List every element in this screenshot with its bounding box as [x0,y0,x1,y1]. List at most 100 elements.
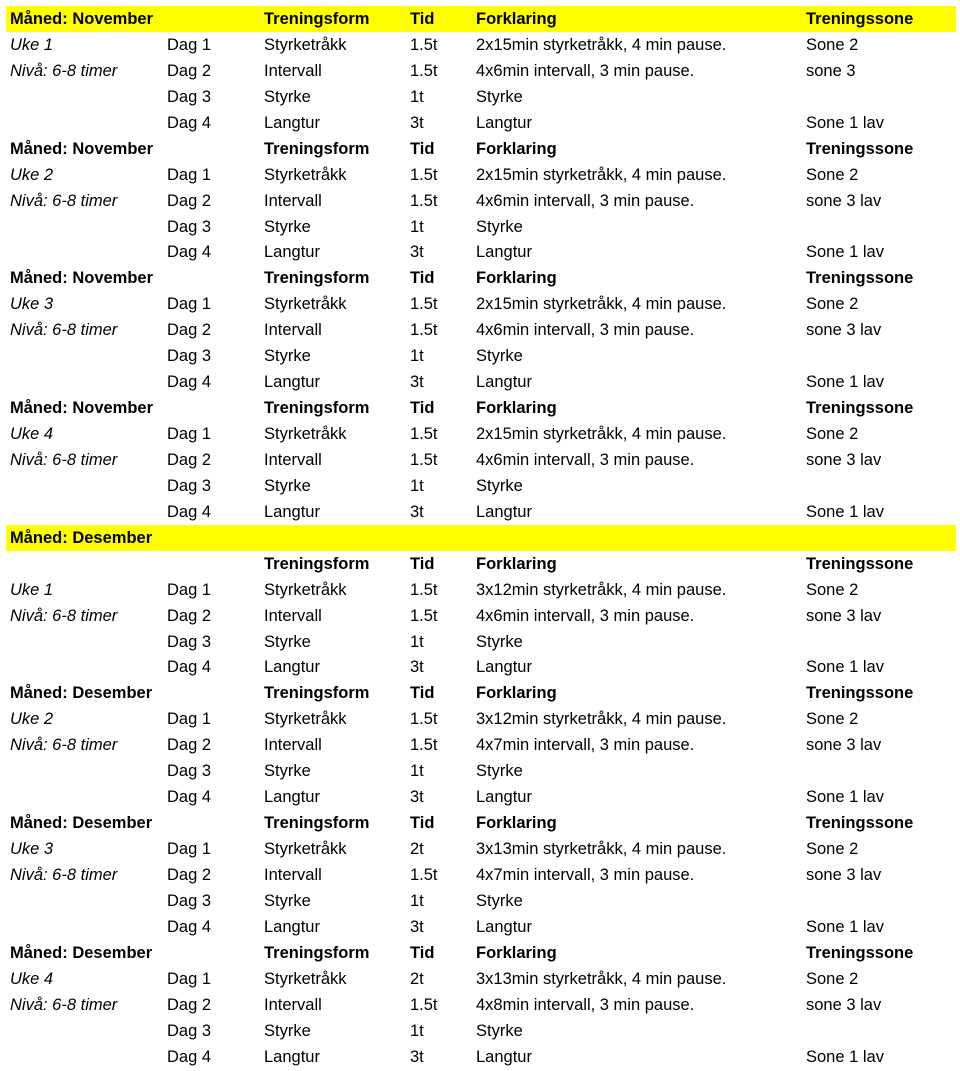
time-cell: 3t [410,788,424,807]
explanation-cell: 3x13min styrketråkk, 4 min pause. [476,969,727,988]
day-cell: Dag 1 [167,969,212,988]
table-row: Uke 2 Dag 1 Styrketråkk 1.5t 2x15min styrket… [6,162,956,188]
week-cell: Uke 4 [10,425,54,443]
training-form-cell: Langtur [264,1047,320,1066]
time-cell: 1.5t [410,710,438,729]
training-form-cell: Intervall [264,61,322,80]
table-row: Nivå: 6-8 timer Dag 2 Intervall 1.5t 4x6min … [6,603,956,629]
zone-cell: Treningssone [806,814,914,833]
training-form-cell: Intervall [264,865,322,884]
week-cell: Uke 2 [10,710,54,729]
table-row: Dag 4 Langtur 3t Langtur Sone 1 lav [6,110,956,136]
table-row: Dag 3 Styrke 1t Styrke [6,343,956,369]
zone-cell: Sone 2 [806,969,859,988]
week-cell: Uke 1 [10,580,54,599]
zone-cell: Sone 2 [806,580,859,599]
training-form-cell: Styrke [264,762,311,781]
zone-cell: Treningssone [806,10,914,28]
table-row: Uke 2 Dag 1 Styrketråkk 1.5t 3x12min styrket… [6,706,956,732]
zone-cell: Treningssone [806,554,914,573]
day-cell: Dag 4 [167,658,212,677]
explanation-cell: Langtur [476,917,532,936]
day-cell: Dag 4 [167,502,212,521]
week-cell: Måned: Desember [10,943,153,962]
time-cell: 2t [410,969,424,988]
table-row: Uke 3 Dag 1 Styrketråkk 1.5t 2x15min styrket… [6,291,956,317]
day-cell: Dag 3 [167,1021,212,1040]
training-form-cell: Styrketråkk [264,35,347,54]
explanation-cell: Forklaring [476,814,557,833]
time-cell: 3t [410,243,424,262]
table-row: Nivå: 6-8 timer Dag 2 Intervall 1.5t 4x8min … [6,992,956,1018]
zone-cell: Sone 2 [806,710,859,729]
training-form-cell: Styrke [264,347,311,366]
time-cell: Tid [410,554,435,573]
time-cell: 1.5t [410,865,438,884]
explanation-cell: Langtur [476,788,532,807]
time-cell: 1.5t [410,606,438,625]
explanation-cell: Forklaring [476,943,557,962]
header-row: Treningsform Tid Forklaring Treningssone [6,551,956,577]
explanation-cell: Styrke [476,476,523,495]
time-cell: Tid [410,139,435,158]
table-row: Dag 4 Langtur 3t Langtur Sone 1 lav [6,239,956,265]
time-cell: 1t [410,476,424,495]
training-form-cell: Langtur [264,113,320,132]
explanation-cell: Styrke [476,762,523,781]
zone-cell: sone 3 lav [806,736,882,755]
explanation-cell: Styrke [476,87,523,106]
week-cell: Måned: November [10,269,154,288]
time-cell: 1t [410,632,424,651]
time-cell: 1.5t [410,321,438,340]
time-cell: 1t [410,1021,424,1040]
time-cell: Tid [410,943,435,962]
day-cell: Dag 2 [167,995,212,1014]
explanation-cell: 3x12min styrketråkk, 4 min pause. [476,710,727,729]
explanation-cell: 2x15min styrketråkk, 4 min pause. [476,425,727,443]
table-row: Dag 4 Langtur 3t Langtur Sone 1 lav [6,914,956,940]
table-row: Dag 4 Langtur 3t Langtur Sone 1 lav [6,654,956,680]
zone-cell: Sone 2 [806,165,859,184]
time-cell: 1t [410,347,424,366]
training-form-cell: Treningsform [264,269,370,288]
zone-cell: Sone 1 lav [806,373,884,392]
explanation-cell: Langtur [476,1047,532,1066]
header-row: Måned: November Treningsform Tid Forklaring… [6,265,956,291]
day-cell: Dag 4 [167,917,212,936]
zone-cell: Treningssone [806,269,914,288]
training-form-cell: Treningsform [264,554,370,573]
explanation-cell: Styrke [476,632,523,651]
explanation-cell: Langtur [476,243,532,262]
day-cell: Dag 3 [167,347,212,366]
day-cell: Dag 2 [167,191,212,210]
table-row: Nivå: 6-8 timer Dag 2 Intervall 1.5t 4x7min … [6,732,956,758]
time-cell: 3t [410,917,424,936]
time-cell: 1.5t [410,736,438,755]
time-cell: Tid [410,269,435,288]
table-row: Dag 3 Styrke 1t Styrke [6,84,956,110]
table-row: Dag 3 Styrke 1t Styrke [6,473,956,499]
header-row: Måned: November Treningsform Tid Forklaring… [6,395,956,421]
zone-cell: sone 3 lav [806,450,882,469]
zone-cell: sone 3 lav [806,321,882,340]
day-cell: Dag 1 [167,165,212,184]
week-cell: Nivå: 6-8 timer [10,61,118,80]
week-cell: Måned: Desember [10,814,153,833]
table-row: Dag 4 Langtur 3t Langtur Sone 1 lav [6,369,956,395]
week-cell: Uke 2 [10,165,54,184]
zone-cell: Sone 1 lav [806,1047,884,1066]
training-form-cell: Langtur [264,243,320,262]
table-row: Dag 3 Styrke 1t Styrke [6,888,956,914]
training-form-cell: Langtur [264,658,320,677]
zone-cell: sone 3 [806,61,856,80]
day-cell: Dag 4 [167,373,212,392]
training-form-cell: Langtur [264,788,320,807]
day-cell: Dag 1 [167,295,212,314]
day-cell: Dag 2 [167,321,212,340]
training-form-cell: Styrke [264,891,311,910]
zone-cell: Treningssone [806,943,914,962]
training-form-cell: Treningsform [264,684,370,703]
training-form-cell: Styrketråkk [264,295,347,314]
day-cell: Dag 3 [167,762,212,781]
day-cell: Dag 4 [167,1047,212,1066]
